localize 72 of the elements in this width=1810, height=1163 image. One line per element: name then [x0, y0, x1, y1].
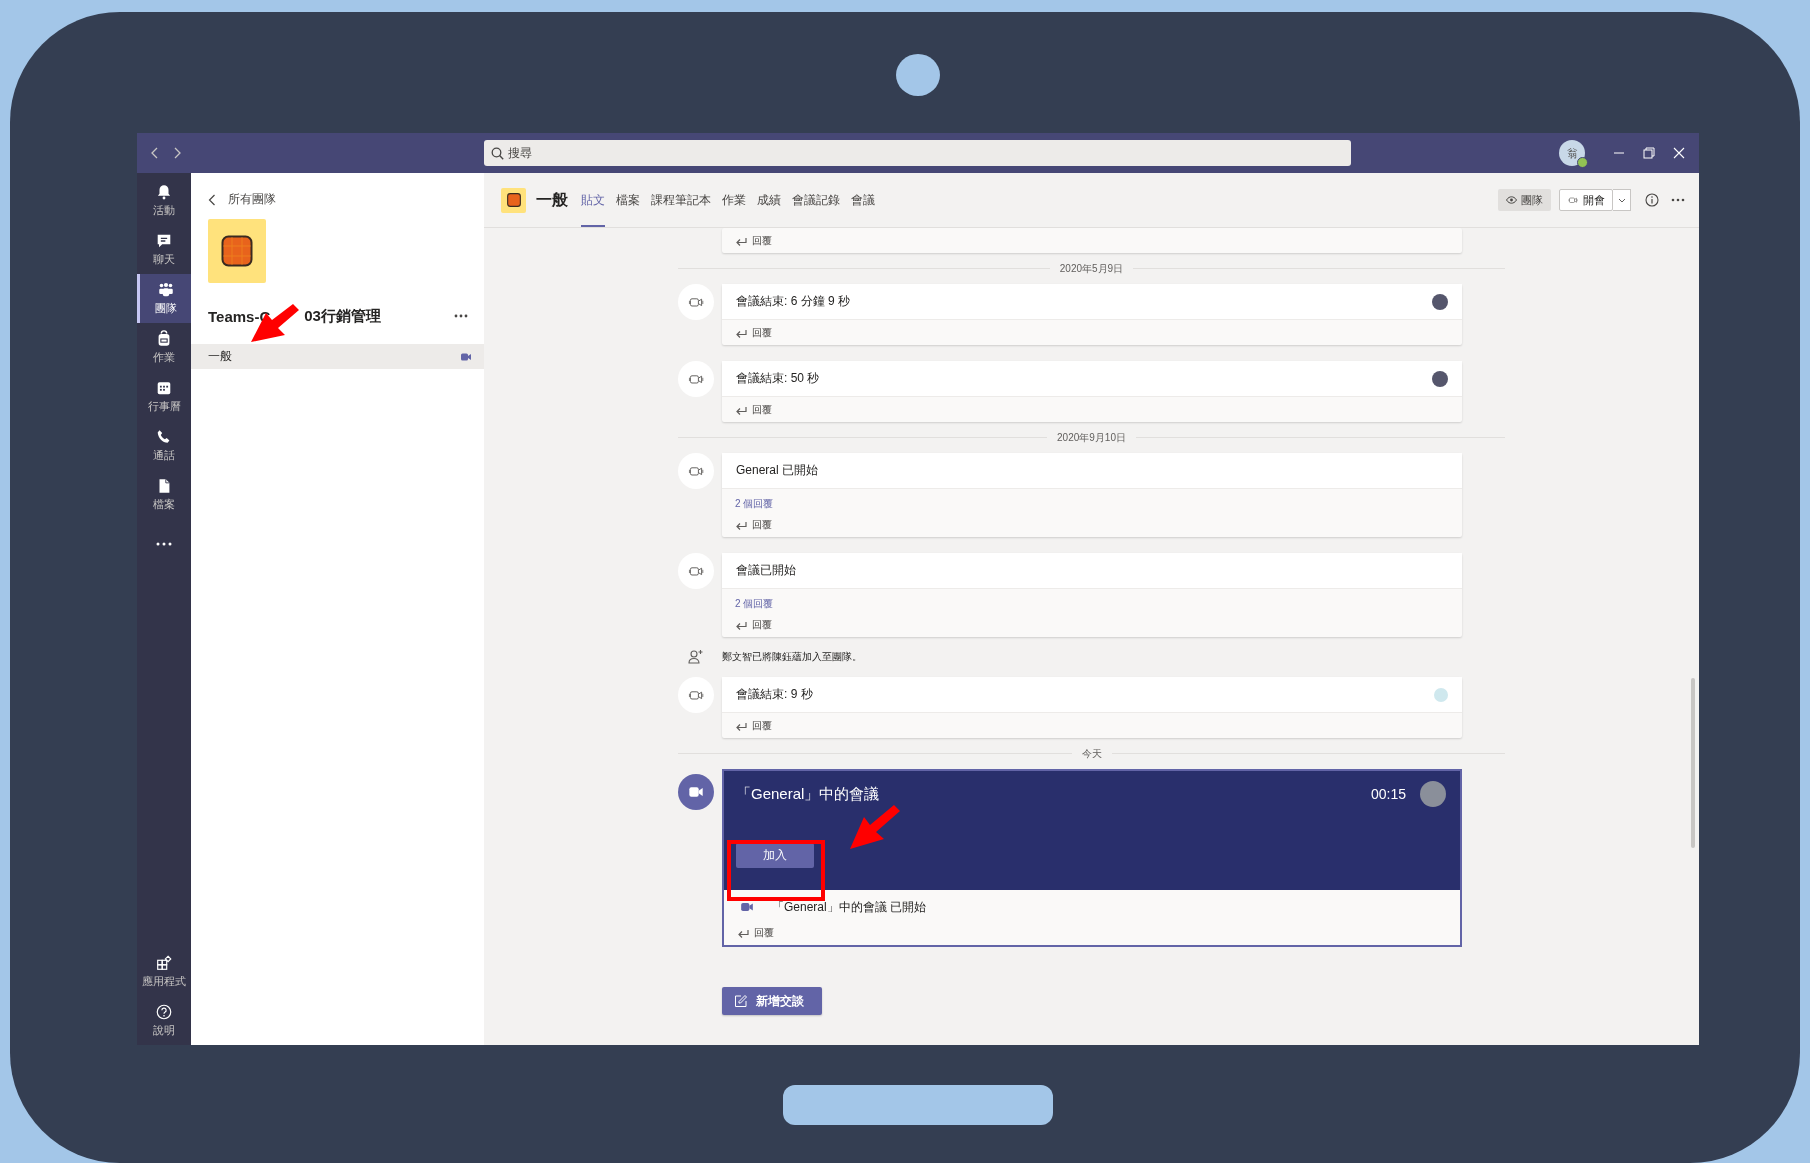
- camera-dot: [896, 54, 940, 96]
- team-name: 03行銷管理: [304, 306, 381, 326]
- calendar-icon: [155, 379, 173, 397]
- channel-title: 一般: [536, 189, 568, 210]
- chat-icon: [155, 232, 173, 250]
- app-bar-item[interactable]: 團隊: [137, 274, 191, 323]
- app-bar-item[interactable]: 作業: [137, 323, 191, 372]
- back-chevron-icon[interactable]: [208, 193, 216, 206]
- reply-link[interactable]: 回覆: [752, 402, 772, 417]
- search-icon: [491, 147, 504, 160]
- message-title: 會議結束: 50 秒: [736, 370, 821, 387]
- grid-square-icon: [221, 235, 253, 267]
- app-bar-item[interactable]: 活動: [137, 176, 191, 225]
- user-avatar[interactable]: 翁: [1559, 140, 1585, 166]
- system-message: 鄭文智已將陳鈺蘊加入至團隊。: [722, 650, 862, 664]
- app-bar-item[interactable]: 檔案: [137, 470, 191, 519]
- replies-link[interactable]: 2 個回覆: [735, 496, 774, 511]
- people-icon: [156, 281, 175, 299]
- channel-tab[interactable]: 作業: [722, 173, 746, 227]
- search-field[interactable]: 搜尋: [484, 140, 1351, 166]
- compose-icon: [734, 994, 748, 1008]
- bell-icon: [155, 183, 173, 201]
- meeting-status: 「General」中的會議 已開始: [772, 898, 927, 916]
- more-icon[interactable]: [156, 541, 172, 546]
- channel-tab[interactable]: 成績: [757, 173, 781, 227]
- more-icon[interactable]: [454, 314, 468, 318]
- message-title: General 已開始: [736, 462, 820, 479]
- reply-link[interactable]: 回覆: [752, 517, 772, 532]
- reply-link[interactable]: 回覆: [752, 718, 772, 733]
- back-link[interactable]: 所有團隊: [228, 191, 276, 208]
- message-title: 會議已開始: [736, 562, 797, 579]
- apps-icon: [155, 954, 173, 972]
- message-title: 會議結束: 6 分鐘 9 秒: [736, 293, 852, 310]
- app-bar-item[interactable]: 行事曆: [137, 372, 191, 421]
- reply-link[interactable]: 回覆: [752, 325, 772, 340]
- restore-icon[interactable]: [1643, 147, 1655, 159]
- date-divider: 今天: [1081, 746, 1102, 761]
- help-icon: [155, 1003, 173, 1021]
- app-bar-item[interactable]: 說明: [137, 996, 191, 1045]
- date-divider: 2020年9月10日: [1057, 430, 1126, 445]
- more-icon[interactable]: [1671, 198, 1685, 202]
- video-camera-icon: [688, 785, 704, 799]
- reply-link[interactable]: 回覆: [754, 925, 774, 940]
- annotation-arrow: [850, 805, 902, 849]
- info-icon[interactable]: [1645, 193, 1659, 207]
- reply-link[interactable]: 回覆: [752, 617, 772, 632]
- channel-tab[interactable]: 會議記錄: [792, 173, 840, 227]
- channel-tab[interactable]: 檔案: [616, 173, 640, 227]
- meeting-title: 「General」中的會議: [736, 784, 881, 804]
- replies-link[interactable]: 2 個回覆: [735, 596, 774, 611]
- channel-item[interactable]: 一般: [191, 344, 484, 369]
- app-bar-item[interactable]: 聊天: [137, 225, 191, 274]
- app-bar-item[interactable]: 通話: [137, 421, 191, 470]
- grid-square-icon: [506, 193, 521, 207]
- eye-icon: [1506, 196, 1517, 204]
- date-divider: 2020年5月9日: [1059, 261, 1124, 276]
- channel-tab[interactable]: 課程筆記本: [651, 173, 711, 227]
- channel-tab[interactable]: 貼文: [581, 173, 605, 227]
- video-camera-icon: [740, 901, 754, 913]
- new-conversation-button[interactable]: 新增交談: [722, 987, 822, 1015]
- channel-tab[interactable]: 會議: [851, 173, 875, 227]
- team-button[interactable]: 團隊: [1498, 189, 1551, 211]
- meet-button[interactable]: 開會: [1559, 189, 1613, 211]
- video-camera-icon: [1567, 195, 1579, 205]
- meeting-duration: 00:15: [1370, 786, 1406, 802]
- message-title: 會議結束: 9 秒: [736, 686, 814, 703]
- add-person-icon: [688, 649, 704, 665]
- caret-icon: [1617, 197, 1626, 203]
- join-button[interactable]: 加入: [736, 843, 814, 868]
- app-bar-item[interactable]: 應用程式: [137, 947, 191, 996]
- close-icon[interactable]: [1673, 147, 1685, 159]
- reply-link[interactable]: 回覆: [752, 233, 772, 248]
